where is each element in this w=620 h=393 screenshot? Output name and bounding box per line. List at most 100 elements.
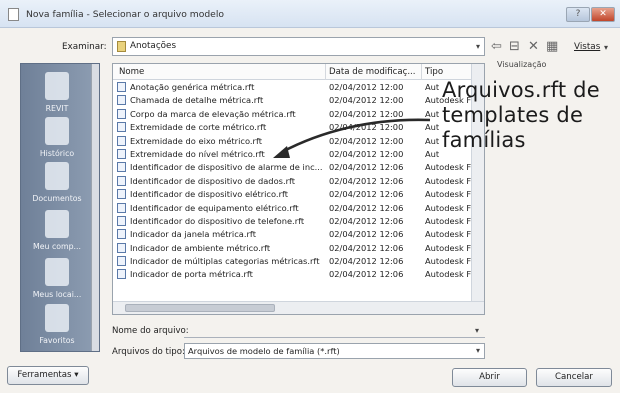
rft-file-icon	[117, 122, 126, 133]
table-row[interactable]: Indicador de porta métrica.rft 02/04/2012…	[113, 268, 471, 281]
rft-file-icon	[117, 162, 126, 173]
file-name-cell: Corpo da marca de elevação métrica.rft	[130, 108, 296, 119]
file-name-chevron-icon[interactable]: ▾	[475, 326, 479, 335]
table-row[interactable]: Indicador de ambiente métrico.rft 02/04/2…	[113, 242, 471, 255]
new-folder-icon[interactable]: ▦	[546, 39, 558, 54]
horizontal-scrollbar[interactable]	[113, 301, 484, 314]
chevron-down-icon: ▾	[74, 370, 79, 380]
rft-file-icon	[117, 269, 126, 280]
cancel-button[interactable]: Cancelar	[536, 368, 612, 387]
column-name-header[interactable]: Nome	[119, 67, 144, 77]
file-type-value: Arquivos de modelo de família (*.rft)	[188, 346, 340, 356]
revit-icon	[45, 72, 69, 100]
history-icon	[45, 117, 69, 145]
table-row[interactable]: Indicador da janela métrica.rft 02/04/201…	[113, 228, 471, 241]
table-row[interactable]: Indicador de múltiplas categorias métric…	[113, 255, 471, 268]
place-history[interactable]: Histórico	[21, 117, 93, 158]
rft-file-icon	[117, 175, 126, 186]
place-favorites[interactable]: Favoritos	[21, 304, 93, 345]
scroll-thumb[interactable]	[125, 304, 275, 312]
file-date-cell: 02/04/2012 12:06	[329, 189, 404, 200]
column-date-header[interactable]: Data de modificaç...	[329, 67, 416, 77]
column-type-header[interactable]: Tipo	[425, 67, 443, 77]
preview-label: Visualização	[497, 60, 547, 69]
table-row[interactable]: Corpo da marca de elevação métrica.rft 02…	[113, 108, 471, 121]
place-revit[interactable]: REVIT	[21, 72, 93, 113]
network-icon	[45, 258, 69, 286]
file-name-cell: Extremidade de corte métrico.rft	[130, 122, 267, 133]
file-list: Nome Data de modificaç... Tipo Anotação …	[112, 63, 485, 315]
file-name-input[interactable]	[184, 322, 485, 338]
places-bar: REVIT Histórico Documentos Meu comp... M…	[20, 63, 100, 352]
help-button[interactable]: ?	[566, 7, 590, 22]
file-type-cell: Autodesk F	[425, 162, 471, 173]
table-row[interactable]: Identificador de dispositivo elétrico.rf…	[113, 188, 471, 201]
close-button[interactable]: ✕	[591, 7, 615, 22]
file-date-cell: 02/04/2012 12:06	[329, 162, 404, 173]
file-type-cell: Autodesk F	[425, 242, 471, 253]
place-documents[interactable]: Documentos	[21, 162, 93, 203]
look-in-value: Anotações	[130, 41, 177, 51]
annotation-line: templates de	[442, 103, 584, 127]
file-date-cell: 02/04/2012 12:06	[329, 215, 404, 226]
place-label: Documentos	[32, 194, 82, 203]
file-name-label: Nome do arquivo:	[112, 326, 189, 336]
file-type-cell: Autodesk F	[425, 175, 471, 186]
file-date-cell: 02/04/2012 12:06	[329, 202, 404, 213]
up-folder-icon[interactable]: ⊟	[509, 39, 520, 54]
column-divider[interactable]	[421, 64, 422, 80]
place-label: Meus locai...	[32, 290, 82, 299]
views-menu[interactable]: Vistas	[574, 42, 600, 52]
place-label: REVIT	[45, 104, 69, 113]
list-header: Nome Data de modificaç... Tipo	[113, 64, 471, 80]
back-icon[interactable]: ⇦	[491, 39, 502, 54]
table-row[interactable]: Anotação genérica métrica.rft 02/04/2012 …	[113, 81, 471, 94]
file-type-cell: Autodesk F	[425, 229, 471, 240]
file-date-cell: 02/04/2012 12:06	[329, 242, 404, 253]
places-scrollbar[interactable]	[91, 64, 99, 351]
look-in-dropdown[interactable]: Anotações ▾	[112, 37, 485, 56]
table-row[interactable]: Identificador de dispositivo de alarme d…	[113, 161, 471, 174]
delete-icon[interactable]: ✕	[528, 39, 539, 54]
file-type-cell: Autodesk F	[425, 256, 471, 267]
table-row[interactable]: Identificador de dispositivo de dados.rf…	[113, 175, 471, 188]
file-name-cell: Extremidade do eixo métrico.rft	[130, 135, 262, 146]
file-name-cell: Identificador de dispositivo de dados.rf…	[130, 175, 296, 186]
file-name-cell: Indicador de múltiplas categorias métric…	[130, 256, 320, 267]
table-row[interactable]: Extremidade de corte métrico.rft 02/04/20…	[113, 121, 471, 134]
table-row[interactable]: Chamada de detalhe métrica.rft 02/04/2012…	[113, 94, 471, 107]
place-label: Meu comp...	[33, 242, 81, 251]
file-type-dropdown[interactable]: Arquivos de modelo de família (*.rft) ▾	[184, 343, 485, 359]
file-name-cell: Chamada de detalhe métrica.rft	[130, 95, 264, 106]
table-row[interactable]: Extremidade do eixo métrico.rft 02/04/201…	[113, 135, 471, 148]
annotation-callout: Arquivos.rft de templates de famílias	[442, 78, 618, 153]
file-name-cell: Extremidade do nível métrico.rft	[130, 148, 265, 159]
favorites-icon	[45, 304, 69, 332]
rft-file-icon	[117, 189, 126, 200]
tools-button[interactable]: Ferramentas ▾	[7, 366, 89, 385]
documents-icon	[45, 162, 69, 190]
table-row[interactable]: Identificador do dispositivo de telefone…	[113, 215, 471, 228]
place-computer[interactable]: Meu comp...	[21, 210, 93, 251]
chevron-down-icon: ▾	[475, 42, 480, 51]
rft-file-icon	[117, 148, 126, 159]
file-date-cell: 02/04/2012 12:06	[329, 229, 404, 240]
file-date-cell: 02/04/2012 12:06	[329, 256, 404, 267]
table-row[interactable]: Identificador de equipamento elétrico.rf…	[113, 202, 471, 215]
file-name-cell: Indicador da janela métrica.rft	[130, 229, 256, 240]
place-network[interactable]: Meus locai...	[21, 258, 93, 299]
place-label: Histórico	[39, 149, 75, 158]
views-chevron-icon[interactable]: ▾	[604, 43, 608, 52]
file-date-cell: 02/04/2012 12:06	[329, 175, 404, 186]
folder-icon	[117, 41, 126, 52]
rft-file-icon	[117, 242, 126, 253]
file-name-cell: Identificador de dispositivo elétrico.rf…	[130, 189, 289, 200]
column-divider[interactable]	[325, 64, 326, 80]
file-type-cell: Autodesk F	[425, 269, 471, 280]
file-type-cell: Autodesk F	[425, 189, 471, 200]
file-type-cell: Autodesk F	[425, 202, 471, 213]
file-date-cell: 02/04/2012 12:00	[329, 148, 404, 159]
file-date-cell: 02/04/2012 12:00	[329, 95, 404, 106]
open-button[interactable]: Abrir	[452, 368, 527, 387]
table-row[interactable]: Extremidade do nível métrico.rft 02/04/20…	[113, 148, 471, 161]
